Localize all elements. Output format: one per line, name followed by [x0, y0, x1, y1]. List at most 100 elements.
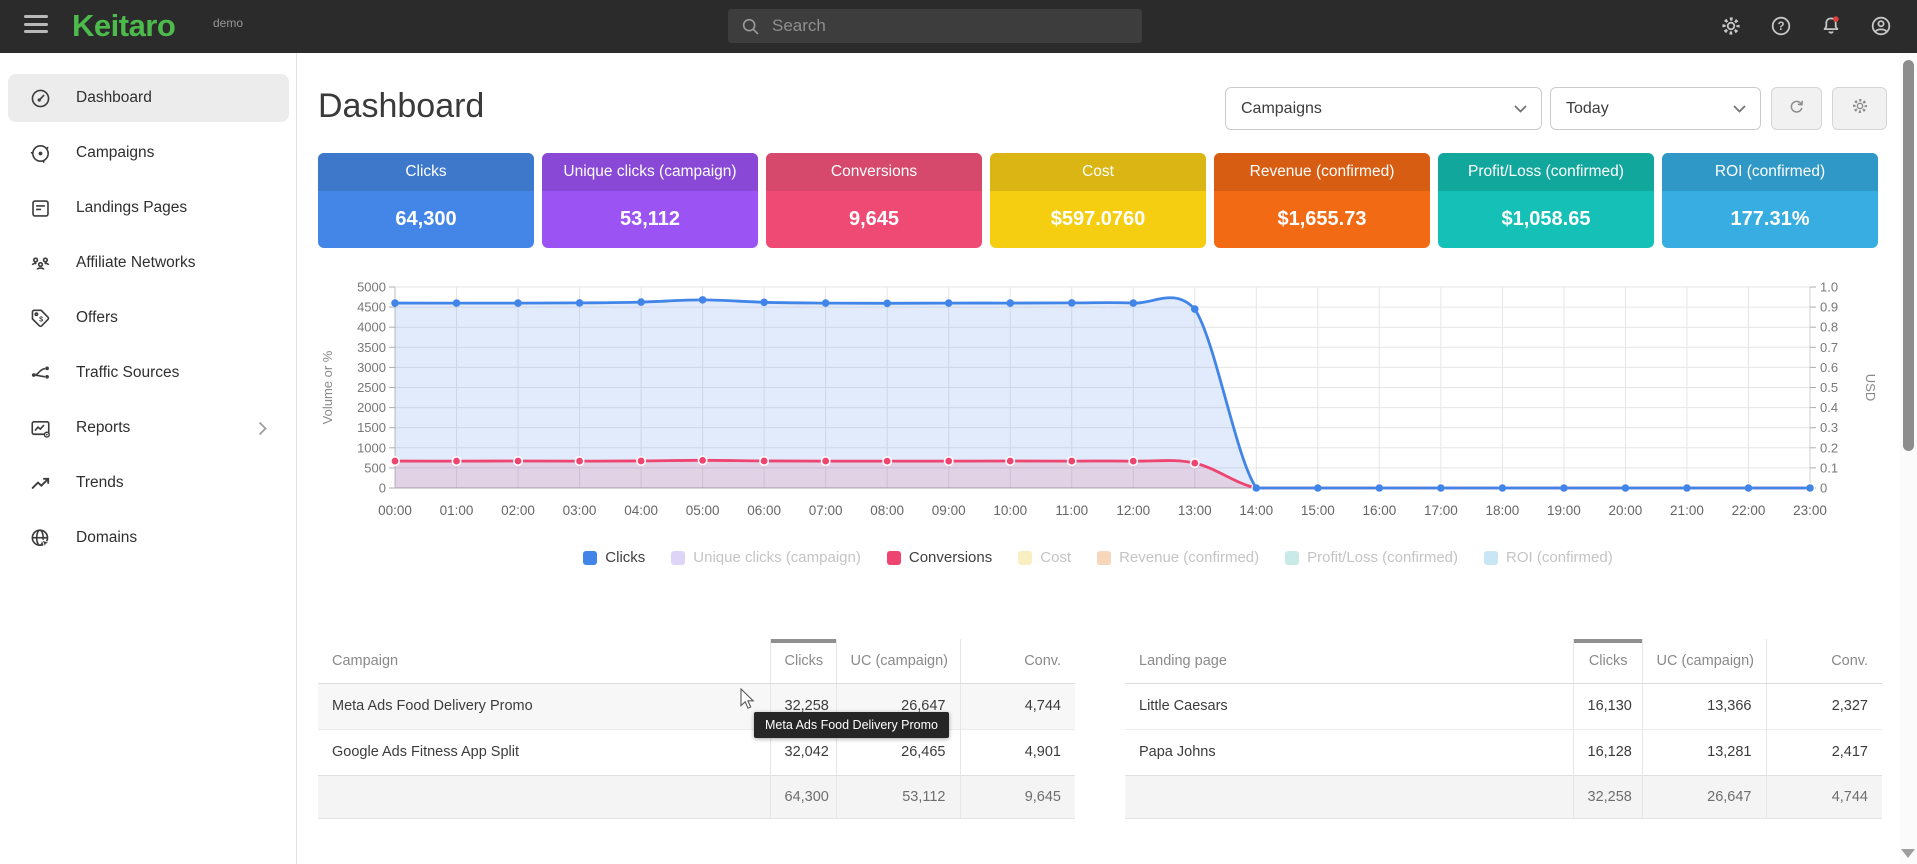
- row-value-cell: 16,130: [1573, 683, 1642, 729]
- sidebar-item-landings-pages[interactable]: Landings Pages: [8, 184, 289, 232]
- hamburger-menu-icon[interactable]: [24, 15, 50, 37]
- svg-text:07:00: 07:00: [809, 503, 843, 518]
- sidebar-item-trends[interactable]: Trends: [8, 459, 289, 507]
- scroll-down-arrow-icon[interactable]: [1901, 849, 1915, 858]
- sidebar-item-campaigns[interactable]: Campaigns: [8, 129, 289, 177]
- help-icon[interactable]: ?: [1768, 13, 1794, 39]
- svg-text:19:00: 19:00: [1547, 503, 1581, 518]
- total-cell: [1125, 775, 1573, 818]
- metric-card-revenue-confirmed: Revenue (confirmed)$1,655.73: [1214, 153, 1430, 248]
- row-value-cell: 4,744: [960, 683, 1075, 729]
- date-range-select[interactable]: Today: [1550, 87, 1761, 130]
- svg-text:0.4: 0.4: [1820, 400, 1838, 415]
- legend-item-profit-loss-confirmed[interactable]: Profit/Loss (confirmed): [1285, 549, 1458, 566]
- table-header-row: CampaignClicksUC (campaign)Conv.: [318, 639, 1075, 683]
- sidebar-item-domains[interactable]: Domains: [8, 514, 289, 562]
- metric-label: Cost: [990, 153, 1206, 191]
- total-cell: 9,645: [960, 775, 1075, 818]
- row-value-cell: 13,366: [1642, 683, 1766, 729]
- table-row[interactable]: Google Ads Fitness App Split32,04226,465…: [318, 729, 1075, 775]
- legend-item-revenue-confirmed[interactable]: Revenue (confirmed): [1097, 549, 1259, 566]
- landing-pages-table: Landing pageClicksUC (campaign)Conv.Litt…: [1125, 639, 1882, 819]
- svg-text:2500: 2500: [357, 380, 386, 395]
- metric-value: $1,058.65: [1438, 191, 1654, 248]
- legend-swatch: [887, 551, 901, 565]
- legend-swatch: [1018, 551, 1032, 565]
- sidebar-item-label: Landings Pages: [76, 199, 187, 217]
- traffic-sources-icon: [28, 361, 52, 385]
- total-cell: 26,647: [1642, 775, 1766, 818]
- notifications-bell-icon[interactable]: [1818, 13, 1844, 39]
- dashboard-gauge-icon: [28, 86, 52, 110]
- legend-swatch: [1484, 551, 1498, 565]
- svg-text:03:00: 03:00: [563, 503, 597, 518]
- campaigns-filter-value: Campaigns: [1241, 100, 1322, 118]
- svg-text:1000: 1000: [357, 440, 386, 455]
- metric-value: 64,300: [318, 191, 534, 248]
- sidebar-item-dashboard[interactable]: Dashboard: [8, 74, 289, 122]
- table-row[interactable]: Little Caesars16,13013,3662,327: [1125, 683, 1882, 729]
- sidebar-item-reports[interactable]: Reports: [8, 404, 289, 452]
- app-logo: Keitaro: [72, 8, 175, 44]
- column-header-clicks[interactable]: Clicks: [770, 639, 836, 683]
- svg-text:0.9: 0.9: [1820, 300, 1838, 315]
- row-value-cell: 16,128: [1573, 729, 1642, 775]
- global-search: [728, 9, 1142, 43]
- sidebar-item-label: Offers: [76, 309, 118, 327]
- account-icon[interactable]: [1868, 13, 1894, 39]
- gear-icon: [1850, 96, 1870, 121]
- svg-text:13:00: 13:00: [1178, 503, 1212, 518]
- settings-gear-icon[interactable]: [1718, 13, 1744, 39]
- table-row[interactable]: Meta Ads Food Delivery Promo32,25826,647…: [318, 683, 1075, 729]
- row-name-cell: Google Ads Fitness App Split: [318, 729, 770, 775]
- metric-value: 9,645: [766, 191, 982, 248]
- svg-text:4500: 4500: [357, 300, 386, 315]
- column-header-landing-page[interactable]: Landing page: [1125, 639, 1573, 683]
- legend-item-unique-clicks-campaign[interactable]: Unique clicks (campaign): [671, 549, 861, 566]
- mouse-cursor: [740, 688, 762, 717]
- legend-item-roi-confirmed[interactable]: ROI (confirmed): [1484, 549, 1613, 566]
- sidebar-item-traffic-sources[interactable]: Traffic Sources: [8, 349, 289, 397]
- app-root: Keitaro demo ? DashboardCampaignsLanding…: [0, 0, 1917, 864]
- column-header-conv[interactable]: Conv.: [1766, 639, 1882, 683]
- svg-text:2000: 2000: [357, 400, 386, 415]
- column-header-campaign[interactable]: Campaign: [318, 639, 770, 683]
- legend-label: Revenue (confirmed): [1119, 549, 1259, 566]
- sidebar-item-offers[interactable]: $ Offers: [8, 294, 289, 342]
- svg-text:01:00: 01:00: [440, 503, 474, 518]
- scrollbar-thumb[interactable]: [1903, 60, 1914, 451]
- page-title: Dashboard: [318, 87, 484, 126]
- column-header-uc-campaign[interactable]: UC (campaign): [1642, 639, 1766, 683]
- svg-text:11:00: 11:00: [1055, 503, 1088, 518]
- legend-label: Unique clicks (campaign): [693, 549, 861, 566]
- column-header-uc-campaign[interactable]: UC (campaign): [836, 639, 960, 683]
- search-input[interactable]: [770, 15, 1142, 37]
- metric-value: $1,655.73: [1214, 191, 1430, 248]
- refresh-button[interactable]: [1771, 87, 1822, 130]
- table-totals-row: 32,25826,6474,744: [1125, 775, 1882, 818]
- svg-text:5000: 5000: [357, 280, 386, 295]
- legend-item-cost[interactable]: Cost: [1018, 549, 1071, 566]
- total-cell: [318, 775, 770, 818]
- metric-label: Conversions: [766, 153, 982, 191]
- svg-text:USD: USD: [1863, 374, 1878, 401]
- legend-swatch: [671, 551, 685, 565]
- sidebar-item-affiliate-networks[interactable]: Affiliate Networks: [8, 239, 289, 287]
- legend-item-conversions[interactable]: Conversions: [887, 549, 992, 566]
- svg-text:22:00: 22:00: [1732, 503, 1766, 518]
- svg-text:$: $: [39, 315, 43, 323]
- table-row[interactable]: Papa Johns16,12813,2812,417: [1125, 729, 1882, 775]
- svg-text:12:00: 12:00: [1116, 503, 1150, 518]
- svg-text:18:00: 18:00: [1485, 503, 1519, 518]
- legend-item-clicks[interactable]: Clicks: [583, 549, 645, 566]
- dashboard-settings-button[interactable]: [1832, 87, 1887, 130]
- campaigns-filter-select[interactable]: Campaigns: [1225, 87, 1542, 130]
- domains-globe-icon: [28, 526, 52, 550]
- column-header-conv[interactable]: Conv.: [960, 639, 1075, 683]
- total-cell: 64,300: [770, 775, 836, 818]
- svg-text:16:00: 16:00: [1362, 503, 1396, 518]
- metric-value: $597.0760: [990, 191, 1206, 248]
- offers-tag-icon: $: [28, 306, 52, 330]
- row-name-cell: Papa Johns: [1125, 729, 1573, 775]
- column-header-clicks[interactable]: Clicks: [1573, 639, 1642, 683]
